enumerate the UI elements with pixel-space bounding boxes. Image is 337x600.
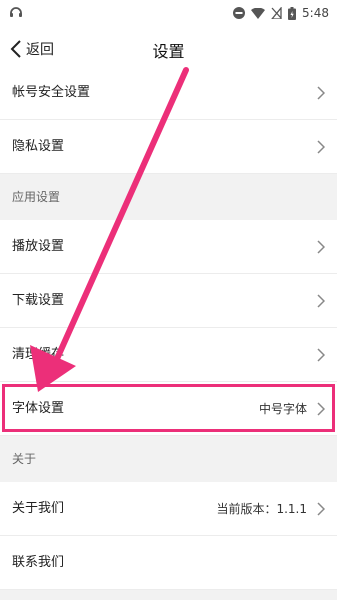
page-title: 设置 [152,42,185,61]
wifi-icon [251,7,266,19]
battery-icon [288,6,297,20]
row-label: 隐私设置 [12,139,65,154]
status-bar: 5:48 [0,0,337,26]
section-label: 关于 [12,452,37,466]
bottom-spacer [0,590,337,600]
row-label: 联系我们 [12,555,65,570]
font-size-value: 中号字体 [258,402,307,416]
section-label: 应用设置 [12,190,61,204]
row-font[interactable]: 字体设置 中号字体 [0,382,337,436]
row-playback[interactable]: 播放设置 [0,220,337,274]
no-sim-icon [271,7,282,19]
row-clear-cache[interactable]: 清理缓存 [0,328,337,382]
row-label: 下载设置 [12,293,65,308]
version-value: 当前版本：1.1.1 [216,502,307,516]
headset-icon [10,7,22,17]
dnd-icon [233,7,246,19]
row-contact[interactable]: 联系我们 [0,536,337,590]
chevron-right-icon [317,348,325,362]
chevron-right-icon [317,240,325,254]
status-time: 5:48 [302,6,329,20]
chevron-right-icon [317,140,325,154]
chevron-right-icon [317,294,325,308]
row-label: 帐号安全设置 [12,85,91,100]
chevron-right-icon [317,86,325,100]
section-about: 关于 [0,436,337,482]
row-label: 字体设置 [12,401,65,416]
row-label: 清理缓存 [12,347,65,362]
row-privacy[interactable]: 隐私设置 [0,120,337,174]
section-app-settings: 应用设置 [0,174,337,220]
chevron-right-icon [317,502,325,516]
row-label: 播放设置 [12,239,65,254]
row-account-security[interactable]: 帐号安全设置 [0,66,337,120]
row-label: 关于我们 [12,501,65,516]
row-download[interactable]: 下载设置 [0,274,337,328]
row-about-us[interactable]: 关于我们 当前版本：1.1.1 [0,482,337,536]
chevron-right-icon [317,402,325,416]
